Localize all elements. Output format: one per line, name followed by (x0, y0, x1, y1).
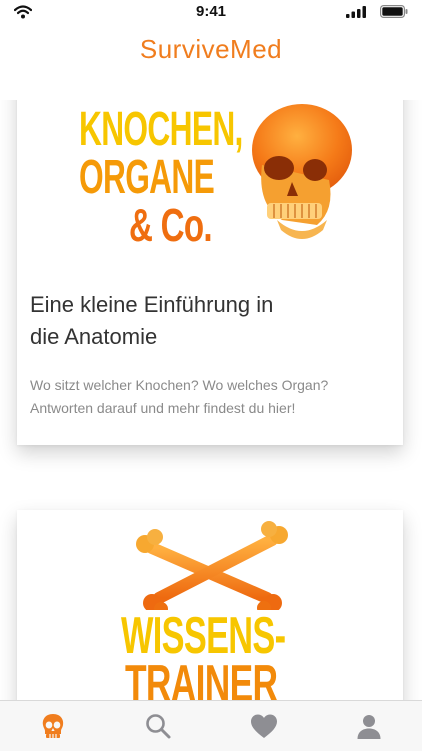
heart-icon (249, 712, 279, 740)
cellular-signal-icon (346, 6, 366, 18)
content-feed[interactable]: KNOCHEN, ORGANE & Co. Eine kleine Einfüh… (0, 100, 422, 700)
app-header: SurviveMed (0, 24, 422, 100)
card-title-line-1: Eine kleine Einführung in (30, 292, 273, 317)
anatomy-card[interactable]: KNOCHEN, ORGANE & Co. Eine kleine Einfüh… (17, 100, 403, 445)
card-title-line-2: die Anatomie (30, 324, 157, 349)
tab-favorites[interactable] (211, 701, 317, 751)
tab-search[interactable] (106, 701, 212, 751)
tab-skull[interactable] (0, 701, 106, 751)
tab-profile[interactable] (317, 701, 422, 751)
skull-illustration (252, 104, 352, 239)
trainer-card[interactable]: WISSENS- TRAINER (17, 510, 403, 700)
cover-line-1: KNOCHEN, (79, 106, 243, 154)
app-title: SurviveMed (0, 34, 422, 65)
status-bar: 9:41 (0, 0, 422, 24)
cover-line-3: & Co. (129, 202, 212, 248)
skull-icon (39, 712, 67, 740)
tab-bar (0, 700, 422, 751)
crossbones-icon (17, 510, 403, 610)
search-icon (144, 712, 172, 740)
card-description: Wo sitzt welcher Knochen? Wo welches Org… (30, 374, 390, 420)
anatomy-cover: KNOCHEN, ORGANE & Co. (17, 100, 403, 260)
card-title: Eine kleine Einführung in die Anatomie (30, 289, 330, 353)
cover-line-2: ORGANE (79, 154, 214, 202)
battery-icon (380, 5, 408, 18)
trainer-cover-line-2: TRAINER (125, 658, 277, 700)
profile-icon (355, 712, 383, 740)
